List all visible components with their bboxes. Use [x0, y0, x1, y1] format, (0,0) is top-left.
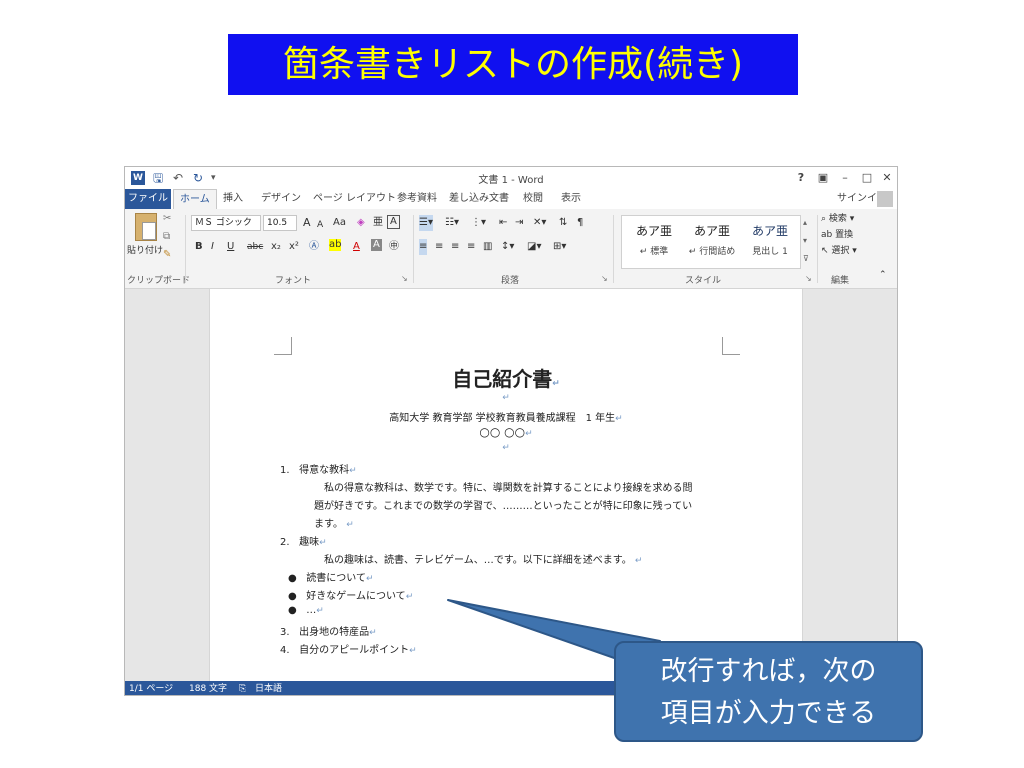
callout-text-line-1: 改行すれば，次の: [660, 656, 877, 687]
callout-text-line-2: 項目が入力できる: [660, 698, 877, 729]
slide: 箇条書きリストの作成(続き) W 🖫 ↶ ↻ ▾ 文書 1 - Word ? ▣…: [0, 0, 1024, 768]
callout-box: 改行すれば，次の 項目が入力できる: [614, 641, 923, 742]
